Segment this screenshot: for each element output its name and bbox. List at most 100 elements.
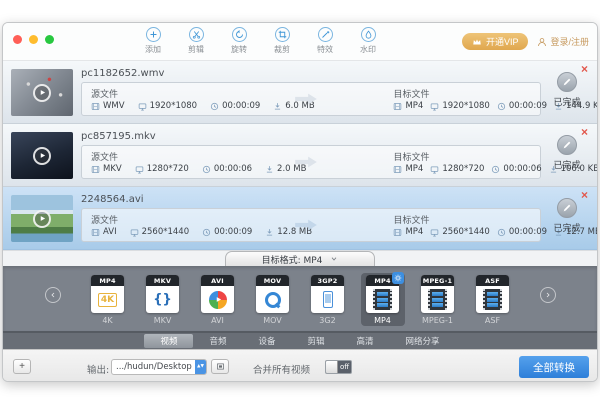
edit-button[interactable] [557,72,577,92]
format-item-3gp2[interactable]: 3GP2 3G2 [306,273,350,326]
format-item-avi[interactable]: AVI AVI [196,273,240,326]
tab-web-share[interactable]: 网络分享 [390,334,456,348]
duration-icon [491,165,500,174]
format-item-mp4-4k[interactable]: MP4 4K 4K [86,273,130,326]
format-icon [393,228,402,237]
target-format-label: 目标格式: MP4 [262,253,323,266]
format-category-tabs: 视频 音频 设备 剪辑 高清 网络分享 [3,333,597,349]
format-item-mpeg1[interactable]: MPEG-1 MPEG-1 [416,273,460,326]
gear-icon [394,274,402,282]
video-thumbnail[interactable] [11,132,73,179]
vip-button[interactable]: 开通VIP [462,33,529,50]
format-item-mp4[interactable]: MP4 MP4 [361,273,405,326]
video-thumbnail[interactable] [11,195,73,242]
tab-device[interactable]: 设备 [242,334,291,348]
file-list: pc1182652.wmv × 源文件 WMV 1920*1080 00:00:… [3,61,597,250]
watermark-button[interactable]: 水印 [360,27,376,55]
minimize-button[interactable] [29,35,38,44]
rotate-button[interactable]: 旋转 [231,27,247,55]
duration-icon [202,228,211,237]
convert-all-button[interactable]: 全部转换 [519,356,589,378]
file-row-3[interactable]: 2248564.avi × 源文件 AVI 2560*1440 00:00:09… [3,187,597,250]
tab-hd[interactable]: 高清 [341,334,390,348]
format-drawer-handle[interactable]: 目标格式: MP4 [225,251,375,266]
folder-icon [216,362,225,371]
drawer-band: 目标格式: MP4 [3,250,597,266]
conversion-info: 源文件 AVI 2560*1440 00:00:09 12.8 MB 目标文件 … [81,208,541,242]
target-label: 目标文件 [393,150,429,163]
format-item-mov[interactable]: MOV MOV [251,273,295,326]
play-icon[interactable] [33,84,51,102]
add-file-button[interactable]: + [13,359,31,374]
format-settings-button[interactable] [392,272,404,284]
filmstrip-icon: MPEG-1 [421,275,454,313]
zoom-button[interactable] [45,35,54,44]
tab-clip[interactable]: 剪辑 [292,334,341,348]
file-row-2[interactable]: pc857195.mkv × 源文件 MKV 1280*720 00:00:06… [3,124,597,187]
close-button[interactable] [13,35,22,44]
tab-video[interactable]: 视频 [144,334,193,348]
scroll-right-button[interactable] [540,287,556,303]
status-badge: 已完成 [553,221,580,234]
arrow-right-icon [293,219,319,232]
edit-button[interactable] [557,135,577,155]
toggle-state: off [338,361,351,373]
effects-button[interactable]: 特效 [317,27,333,55]
output-path-select[interactable]: .../hudun/Desktop ▲▼ [111,359,207,375]
filmstrip-icon: ASF [476,275,509,313]
filesize-icon [265,228,274,237]
avi-icon: AVI [201,275,234,313]
source-label: 源文件 [91,150,118,163]
window-controls [13,35,54,44]
scissors-icon [189,27,204,42]
browse-folder-button[interactable] [211,359,229,374]
chevron-down-icon [330,255,338,263]
target-label: 目标文件 [393,213,429,226]
target-label: 目标文件 [393,87,429,100]
file-name: 2248564.avi [81,194,144,205]
resolution-icon [130,228,139,237]
crop-button[interactable]: 裁剪 [274,27,290,55]
filesize-icon [265,165,274,174]
conversion-info: 源文件 WMV 1920*1080 00:00:09 6.0 MB 目标文件 M… [81,82,541,116]
play-icon [215,296,222,303]
arrow-right-icon [293,93,319,106]
phone-icon: 3GP2 [311,275,344,313]
format-icon [91,102,100,111]
add-button[interactable]: 添加 [145,27,161,55]
file-row-1[interactable]: pc1182652.wmv × 源文件 WMV 1920*1080 00:00:… [3,61,597,124]
merge-toggle[interactable]: off [325,360,352,374]
arrow-right-icon [293,156,319,169]
conversion-status: 已完成 [545,135,589,171]
resolution-icon [430,165,439,174]
merge-videos-label: 合并所有视频 [253,362,310,376]
tab-audio[interactable]: 音频 [193,334,242,348]
format-icon [91,228,100,237]
trim-button[interactable]: 剪辑 [188,27,204,55]
login-button[interactable]: 登录/注册 [537,35,589,48]
crown-icon [472,37,482,47]
mkv-icon: MKV {} [146,275,179,313]
video-thumbnail[interactable] [11,69,73,116]
conversion-status: 已完成 [545,198,589,234]
duration-icon [202,165,211,174]
duration-icon [497,102,506,111]
play-icon[interactable] [33,147,51,165]
pencil-icon [562,203,572,213]
edit-button[interactable] [557,198,577,218]
format-item-asf[interactable]: ASF ASF [471,273,515,326]
mp4-4k-icon: MP4 4K [91,275,124,313]
format-item-mkv[interactable]: MKV {} MKV [141,273,185,326]
status-badge: 已完成 [553,158,580,171]
source-label: 源文件 [91,213,118,226]
resolution-icon [135,165,144,174]
play-icon[interactable] [33,210,51,228]
file-name: pc1182652.wmv [81,68,164,79]
file-name: pc857195.mkv [81,131,156,142]
magic-wand-icon [318,27,333,42]
person-icon [537,37,547,47]
pencil-icon [562,77,572,87]
format-icon [393,165,402,174]
scroll-left-button[interactable] [45,287,61,303]
select-stepper-icon[interactable]: ▲▼ [195,360,206,374]
